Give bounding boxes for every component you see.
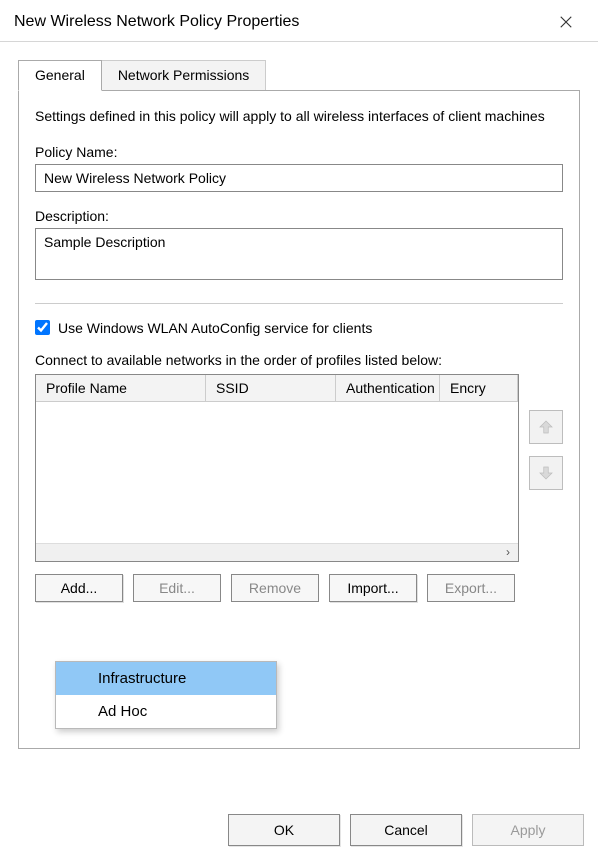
close-button[interactable] [548,8,584,36]
horizontal-scrollbar[interactable]: › [36,543,518,561]
add-popup-menu: Infrastructure Ad Hoc [55,661,277,729]
column-profile-name[interactable]: Profile Name [36,375,206,401]
description-input[interactable] [35,228,563,280]
column-encryption[interactable]: Encry [440,375,518,401]
tab-network-permissions[interactable]: Network Permissions [101,60,266,90]
policy-scope-description: Settings defined in this policy will app… [35,107,563,126]
move-up-button[interactable] [529,410,563,444]
chevron-right-icon[interactable]: › [502,545,514,559]
tab-general[interactable]: General [18,60,102,91]
window-title: New Wireless Network Policy Properties [14,13,299,31]
description-label: Description: [35,208,563,224]
apply-button[interactable]: Apply [472,814,584,846]
autoconfig-checkbox-label: Use Windows WLAN AutoConfig service for … [58,320,372,336]
profiles-table-header: Profile Name SSID Authentication Encry [36,375,518,402]
add-button[interactable]: Add... [35,574,123,602]
column-authentication[interactable]: Authentication [336,375,440,401]
remove-button[interactable]: Remove [231,574,319,602]
connect-order-label: Connect to available networks in the ord… [35,352,563,368]
move-down-button[interactable] [529,456,563,490]
column-ssid[interactable]: SSID [206,375,336,401]
autoconfig-checkbox[interactable] [35,320,50,335]
tab-panel-general: Settings defined in this policy will app… [18,91,580,749]
titlebar: New Wireless Network Policy Properties [0,0,598,42]
edit-button[interactable]: Edit... [133,574,221,602]
reorder-controls [529,410,563,490]
profiles-table[interactable]: Profile Name SSID Authentication Encry › [35,374,519,562]
ok-button[interactable]: OK [228,814,340,846]
dialog-button-bar: OK Cancel Apply [228,814,584,846]
arrow-down-icon [537,464,555,482]
cancel-button[interactable]: Cancel [350,814,462,846]
policy-name-input[interactable] [35,164,563,192]
popup-item-adhoc[interactable]: Ad Hoc [56,695,276,728]
tabstrip: General Network Permissions [18,60,580,91]
export-button[interactable]: Export... [427,574,515,602]
import-button[interactable]: Import... [329,574,417,602]
close-icon [559,15,573,29]
arrow-up-icon [537,418,555,436]
divider [35,303,563,304]
popup-item-infrastructure[interactable]: Infrastructure [56,662,276,695]
policy-name-label: Policy Name: [35,144,563,160]
